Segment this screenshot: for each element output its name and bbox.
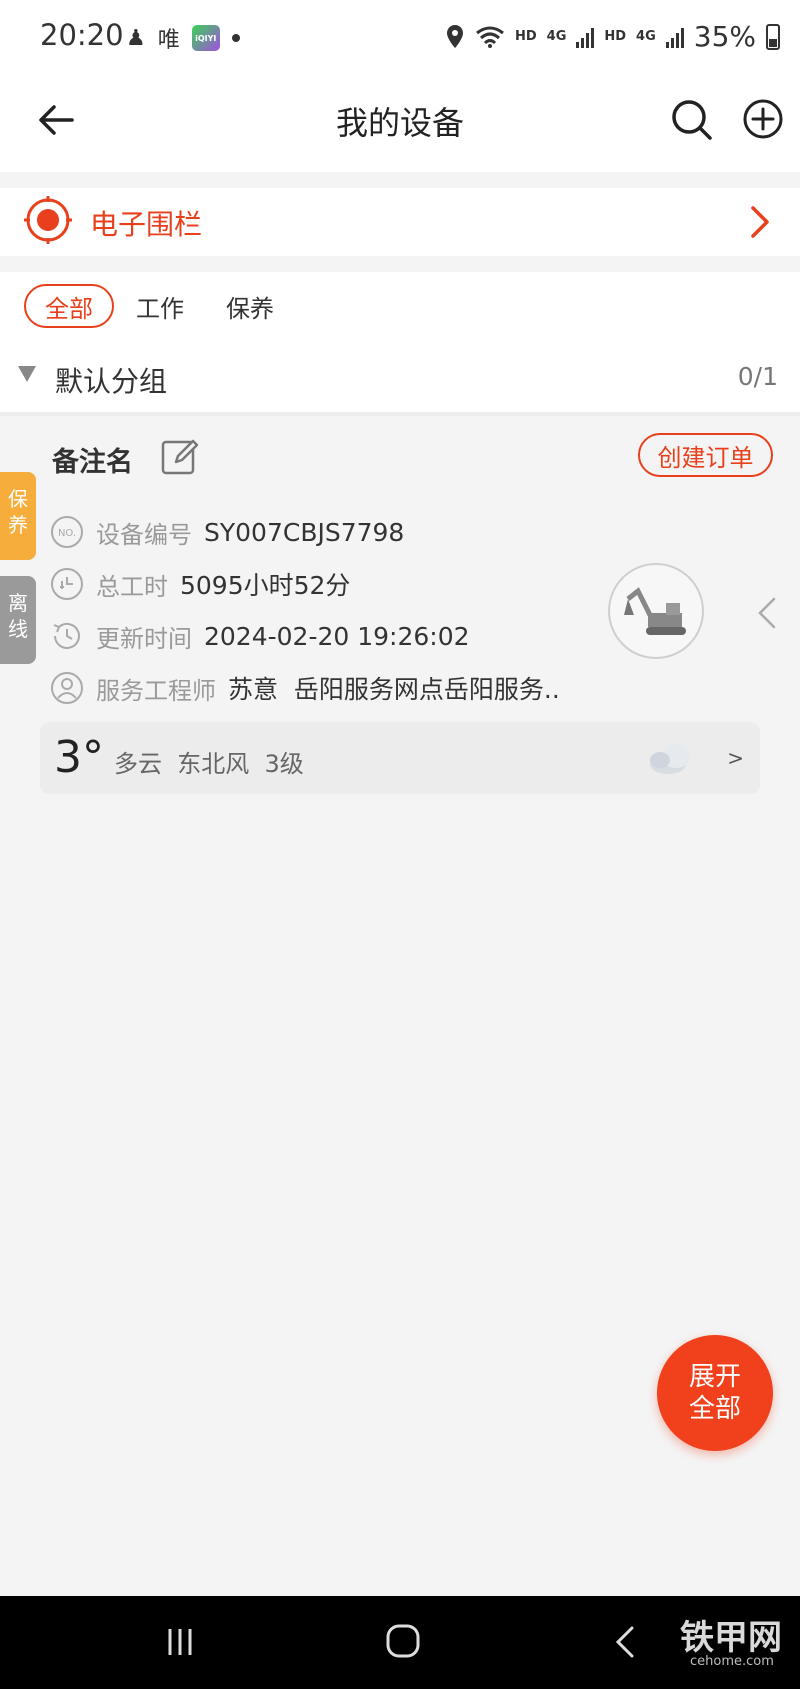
watermark-logo: 铁甲网 xyxy=(680,1618,782,1658)
update-time-label: 更新时间 xyxy=(96,624,192,653)
app-notification-icon: ♟ xyxy=(126,25,146,51)
hd-indicator-1: HD xyxy=(514,29,537,44)
create-order-button[interactable]: 创建订单 xyxy=(638,433,773,477)
tab-all[interactable]: 全部 xyxy=(24,284,114,328)
recent-apps-icon[interactable] xyxy=(164,1626,196,1658)
cloudy-weather-icon xyxy=(650,744,690,774)
nav-back-icon[interactable] xyxy=(612,1624,638,1660)
weather-description: 多云 东北风 3级 xyxy=(114,750,304,778)
history-clock-icon xyxy=(53,622,80,649)
number-badge-icon: NO. xyxy=(51,516,83,548)
chevron-right-icon xyxy=(751,206,769,238)
battery-icon xyxy=(766,23,780,50)
app-header: 我的设备 xyxy=(0,76,800,172)
device-number-value: SY007CBJS7798 xyxy=(204,517,405,547)
signal-icon-2 xyxy=(665,26,684,48)
group-count: 0/1 xyxy=(737,362,778,391)
offline-side-tag[interactable]: 离 线 xyxy=(0,576,36,664)
watermark-url: cehome.com xyxy=(690,1654,774,1669)
update-time-row: 更新时间 2024-02-20 19:26:02 xyxy=(50,616,470,656)
hd-indicator-2: HD xyxy=(604,29,627,44)
system-navigation-bar: 铁甲网 cehome.com xyxy=(0,1596,800,1689)
maintenance-tag-text: 保 养 xyxy=(8,487,28,537)
status-time: 20:20 xyxy=(40,18,124,52)
signal-icon-1 xyxy=(576,26,595,48)
system-icons: HD 4G HD 4G 35% xyxy=(445,20,780,53)
weather-bar[interactable]: 3° 多云 东北风 3级 > xyxy=(40,722,760,794)
svg-text:NO.: NO. xyxy=(58,528,76,539)
add-device-icon[interactable] xyxy=(740,96,786,142)
total-hours-value: 5095小时52分 xyxy=(180,571,351,600)
tab-maintenance[interactable]: 保养 xyxy=(218,284,282,328)
edit-icon[interactable] xyxy=(160,436,200,476)
device-number-label: 设备编号 xyxy=(96,520,192,549)
device-number-row: NO. 设备编号 SY007CBJS7798 xyxy=(50,512,404,552)
electronic-fence-label: 电子围栏 xyxy=(90,208,203,241)
device-remark-name: 备注名 xyxy=(52,447,133,478)
weather-temperature: 3° xyxy=(54,732,104,783)
wifi-icon xyxy=(476,26,504,48)
update-time-value: 2024-02-20 19:26:02 xyxy=(204,621,470,651)
excavator-icon xyxy=(624,587,686,635)
section-divider xyxy=(0,412,800,416)
app-text-icon: 唯 xyxy=(157,28,180,53)
expand-all-button[interactable]: 展开 全部 xyxy=(657,1335,773,1451)
chevron-left-icon[interactable] xyxy=(756,596,778,630)
service-engineer-value: 苏意 岳阳服务网点岳阳服务.. xyxy=(228,675,560,704)
notification-icons: ♟ 唯 iQIYI xyxy=(126,22,240,54)
triangle-down-icon xyxy=(18,366,36,382)
group-name: 默认分组 xyxy=(55,365,168,398)
maintenance-side-tag[interactable]: 保 养 xyxy=(0,472,36,560)
home-icon[interactable] xyxy=(384,1622,422,1660)
status-bar: 20:20 ♟ 唯 iQIYI HD 4G HD 4G 35% xyxy=(0,0,800,76)
total-hours-row: 总工时 5095小时52分 xyxy=(50,564,350,604)
offline-tag-text: 离 线 xyxy=(8,591,28,641)
work-hours-clock-icon xyxy=(51,568,83,600)
service-engineer-label: 服务工程师 xyxy=(96,676,216,705)
electronic-fence-row[interactable]: 电子围栏 xyxy=(0,188,800,256)
service-engineer-row: 服务工程师 苏意 岳阳服务网点岳阳服务.. xyxy=(50,668,560,708)
network-type-2: 4G xyxy=(636,29,656,44)
device-group-row[interactable]: 默认分组 0/1 xyxy=(0,354,800,404)
more-notifications-dot-icon xyxy=(231,34,240,42)
geofence-target-icon xyxy=(24,196,72,244)
expand-all-line2: 全部 xyxy=(688,1394,741,1424)
network-type-1: 4G xyxy=(546,29,567,44)
location-icon xyxy=(446,24,463,48)
expand-all-line1: 展开 xyxy=(688,1362,741,1392)
filter-section: 全部 工作 保养 默认分组 0/1 xyxy=(0,272,800,412)
battery-percent: 35% xyxy=(693,20,756,53)
tab-working[interactable]: 工作 xyxy=(128,284,192,328)
user-icon xyxy=(51,672,83,704)
iqiyi-icon: iQIYI xyxy=(191,25,220,51)
weather-more-arrow: > xyxy=(727,746,744,770)
excavator-image[interactable] xyxy=(608,563,704,659)
search-icon[interactable] xyxy=(668,96,714,142)
total-hours-label: 总工时 xyxy=(96,572,168,601)
